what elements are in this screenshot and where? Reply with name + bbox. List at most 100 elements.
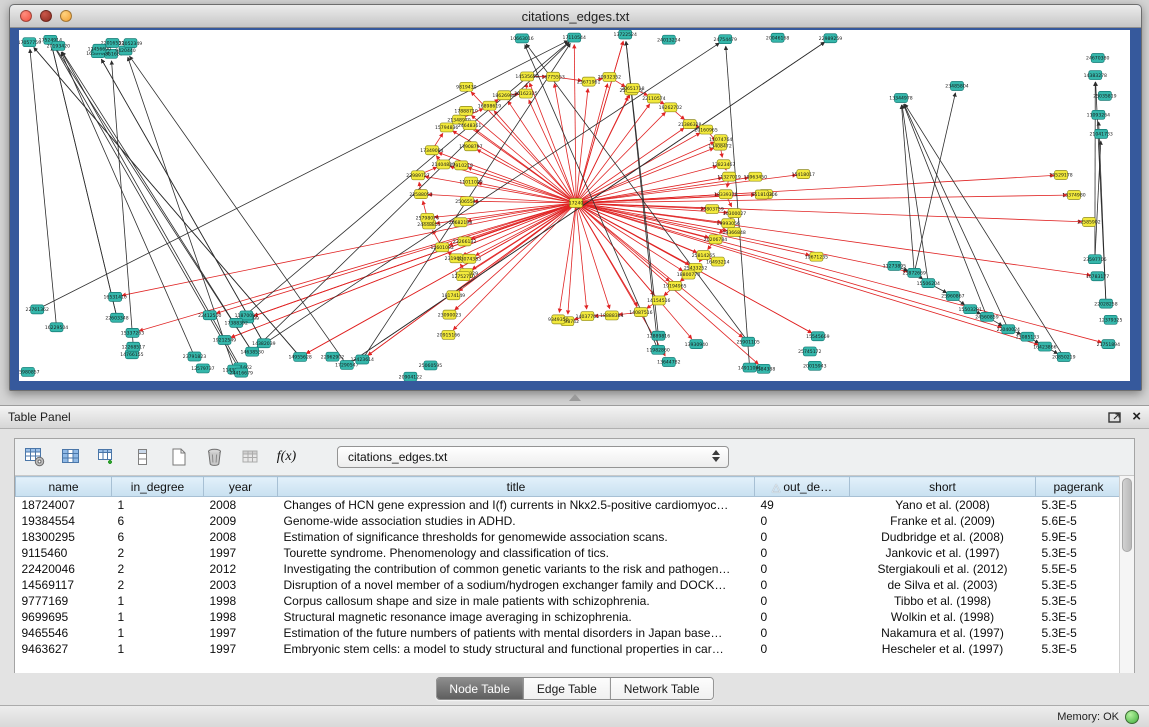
table-cell[interactable]: Disruption of a novel member of a sodium… bbox=[278, 577, 755, 593]
table-cell[interactable]: 0 bbox=[755, 593, 850, 609]
table-row[interactable]: 1830029562008Estimation of significance … bbox=[16, 529, 1122, 545]
table-row[interactable]: 946362711997Embryonic stem cells: a mode… bbox=[16, 641, 1122, 657]
network-canvas[interactable]: 1724016244329231961811260100224448855257… bbox=[19, 30, 1130, 381]
table-cell[interactable]: 2012 bbox=[204, 561, 278, 577]
table-cell[interactable]: 1 bbox=[112, 609, 204, 625]
table-cell[interactable]: 1997 bbox=[204, 625, 278, 641]
table-cell[interactable]: 5.9E-5 bbox=[1036, 529, 1122, 545]
tab-edge-table[interactable]: Edge Table bbox=[523, 678, 610, 699]
column-header-name[interactable]: name bbox=[16, 477, 112, 497]
scrollbar-thumb[interactable] bbox=[1122, 478, 1132, 552]
table-cell[interactable]: 19384554 bbox=[16, 513, 112, 529]
table-cell[interactable]: 1998 bbox=[204, 609, 278, 625]
column-header-year[interactable]: year bbox=[204, 477, 278, 497]
table-cell[interactable]: Estimation of the future numbers of pati… bbox=[278, 625, 755, 641]
table-cell[interactable]: 5.3E-5 bbox=[1036, 641, 1122, 657]
memory-status-indicator[interactable] bbox=[1125, 710, 1139, 724]
close-panel-icon[interactable]: × bbox=[1132, 410, 1141, 424]
table-cell[interactable]: 0 bbox=[755, 545, 850, 561]
table-cell[interactable]: 2 bbox=[112, 545, 204, 561]
table-row[interactable]: 969969511998Structural magnetic resonanc… bbox=[16, 609, 1122, 625]
table-row[interactable]: 946554611997Estimation of the future num… bbox=[16, 625, 1122, 641]
new-document-button[interactable] bbox=[165, 444, 192, 471]
column-header-pagerank[interactable]: pagerank bbox=[1036, 477, 1122, 497]
table-cell[interactable]: 5.3E-5 bbox=[1036, 625, 1122, 641]
table-cell[interactable]: 2008 bbox=[204, 497, 278, 514]
table-cell[interactable]: 1998 bbox=[204, 593, 278, 609]
table-source-select[interactable]: citations_edges.txt bbox=[337, 446, 729, 468]
table-row[interactable]: 1938455462009Genome-wide association stu… bbox=[16, 513, 1122, 529]
table-cell[interactable]: Tourette syndrome. Phenomenology and cla… bbox=[278, 545, 755, 561]
table-cell[interactable]: Tibbo et al. (1998) bbox=[850, 593, 1036, 609]
float-panel-icon[interactable] bbox=[1108, 411, 1122, 423]
table-cell[interactable]: 0 bbox=[755, 529, 850, 545]
table-cell[interactable]: Yano et al. (2008) bbox=[850, 497, 1036, 514]
zoom-window-button[interactable] bbox=[60, 10, 72, 22]
table-row[interactable]: 1456911722003Disruption of a novel membe… bbox=[16, 577, 1122, 593]
table-cell[interactable]: Stergiakouli et al. (2012) bbox=[850, 561, 1036, 577]
table-cell[interactable]: Franke et al. (2009) bbox=[850, 513, 1036, 529]
table-cell[interactable]: 2 bbox=[112, 561, 204, 577]
function-builder-button[interactable]: f(x) bbox=[273, 444, 300, 471]
table-scrollbar[interactable] bbox=[1119, 476, 1134, 673]
table-cell[interactable]: 22420046 bbox=[16, 561, 112, 577]
show-columns-button[interactable] bbox=[57, 444, 84, 471]
table-cell[interactable]: Structural magnetic resonance image aver… bbox=[278, 609, 755, 625]
table-row[interactable]: 977716911998Corpus callosum shape and si… bbox=[16, 593, 1122, 609]
network-window-titlebar[interactable]: citations_edges.txt bbox=[10, 5, 1141, 28]
column-header-out-degree[interactable]: △out_de… bbox=[755, 477, 850, 497]
table-cell[interactable]: 18724007 bbox=[16, 497, 112, 514]
table-cell[interactable]: Embryonic stem cells: a model to study s… bbox=[278, 641, 755, 657]
tab-network-table[interactable]: Network Table bbox=[610, 678, 713, 699]
import-table-button[interactable] bbox=[93, 444, 120, 471]
tab-node-table[interactable]: Node Table bbox=[436, 678, 523, 699]
table-cell[interactable]: 0 bbox=[755, 513, 850, 529]
table-cell[interactable]: de Silva et al. (2003) bbox=[850, 577, 1036, 593]
table-cell[interactable]: 2 bbox=[112, 577, 204, 593]
table-cell[interactable]: 5.3E-5 bbox=[1036, 577, 1122, 593]
table-cell[interactable]: 5.3E-5 bbox=[1036, 497, 1122, 514]
table-cell[interactable]: 1 bbox=[112, 593, 204, 609]
table-cell[interactable]: 6 bbox=[112, 513, 204, 529]
table-cell[interactable]: 1 bbox=[112, 625, 204, 641]
table-cell[interactable]: 1997 bbox=[204, 545, 278, 561]
close-window-button[interactable] bbox=[20, 10, 32, 22]
table-cell[interactable]: Genome-wide association studies in ADHD. bbox=[278, 513, 755, 529]
table-cell[interactable]: 1 bbox=[112, 641, 204, 657]
table-cell[interactable]: 9115460 bbox=[16, 545, 112, 561]
column-header-title[interactable]: title bbox=[278, 477, 755, 497]
table-cell[interactable]: 2009 bbox=[204, 513, 278, 529]
table-cell[interactable]: Corpus callosum shape and size in male p… bbox=[278, 593, 755, 609]
table-cell[interactable]: 0 bbox=[755, 561, 850, 577]
table-row[interactable]: 1872400712008Changes of HCN gene express… bbox=[16, 497, 1122, 514]
table-cell[interactable]: Dudbridge et al. (2008) bbox=[850, 529, 1036, 545]
table-cell[interactable]: 5.3E-5 bbox=[1036, 609, 1122, 625]
table-cell[interactable]: 9463627 bbox=[16, 641, 112, 657]
table-row[interactable]: 911546021997Tourette syndrome. Phenomeno… bbox=[16, 545, 1122, 561]
table-cell[interactable]: 0 bbox=[755, 641, 850, 657]
table-cell[interactable]: 0 bbox=[755, 609, 850, 625]
table-cell[interactable]: 14569117 bbox=[16, 577, 112, 593]
table-cell[interactable]: 2003 bbox=[204, 577, 278, 593]
table-cell[interactable]: Estimation of significance thresholds fo… bbox=[278, 529, 755, 545]
table-cell[interactable]: Hescheler et al. (1997) bbox=[850, 641, 1036, 657]
table-cell[interactable]: 9699695 bbox=[16, 609, 112, 625]
table-cell[interactable]: 49 bbox=[755, 497, 850, 514]
table-cell[interactable]: 5.3E-5 bbox=[1036, 593, 1122, 609]
table-settings-button[interactable] bbox=[21, 444, 48, 471]
table-row[interactable]: 2242004622012Investigating the contribut… bbox=[16, 561, 1122, 577]
table-cell[interactable]: 5.6E-5 bbox=[1036, 513, 1122, 529]
table-cell[interactable]: 18300295 bbox=[16, 529, 112, 545]
table-cell[interactable]: 2008 bbox=[204, 529, 278, 545]
minimize-window-button[interactable] bbox=[40, 10, 52, 22]
table-cell[interactable]: 1 bbox=[112, 497, 204, 514]
table-cell[interactable]: Investigating the contribution of common… bbox=[278, 561, 755, 577]
column-header-in-degree[interactable]: in_degree bbox=[112, 477, 204, 497]
table-cell[interactable]: 0 bbox=[755, 577, 850, 593]
table-cell[interactable]: 0 bbox=[755, 625, 850, 641]
table-cell[interactable]: Jankovic et al. (1997) bbox=[850, 545, 1036, 561]
row-editor-button[interactable] bbox=[129, 444, 156, 471]
panel-splitter[interactable] bbox=[0, 390, 1149, 404]
table-cell[interactable]: 6 bbox=[112, 529, 204, 545]
table-cell[interactable]: 9777169 bbox=[16, 593, 112, 609]
